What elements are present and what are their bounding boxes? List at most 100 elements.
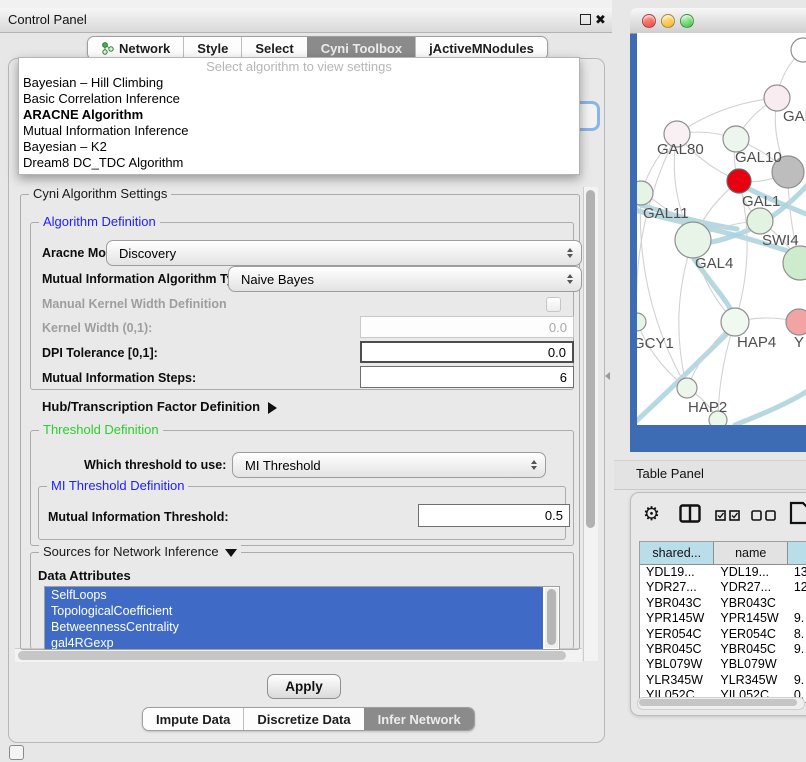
mi-algorithm-type-combo[interactable]: Naive Bayes: [228, 266, 582, 292]
dropdown-item[interactable]: ARACNE Algorithm: [19, 107, 579, 123]
tab-infer-network[interactable]: Infer Network: [364, 708, 474, 730]
table-row[interactable]: YBR045CYBR045C9.: [640, 642, 806, 657]
aracne-mode-combo[interactable]: Discovery: [106, 240, 582, 266]
network-window-titlebar[interactable]: [630, 8, 806, 34]
network-node[interactable]: [677, 378, 697, 398]
mi-threshold-definition-title: MI Threshold Definition: [47, 478, 188, 493]
network-node[interactable]: [727, 169, 751, 193]
document-icon[interactable]: [789, 501, 806, 525]
table-cell: [788, 596, 806, 611]
node-label: GAL11: [643, 205, 689, 222]
scrollbar-thumb[interactable]: [547, 589, 556, 645]
scrollbar-thumb[interactable]: [18, 651, 566, 660]
table-panel-title: Table Panel: [636, 466, 704, 481]
app-root: Control Panel ✖ NetworkStyleSelectCyni T…: [0, 0, 806, 762]
table-cell: YBR043C: [640, 596, 714, 611]
column-header[interactable]: name: [714, 542, 788, 564]
checked-columns-icon[interactable]: [715, 510, 741, 521]
column-header[interactable]: [788, 542, 806, 564]
which-threshold-combo[interactable]: MI Threshold: [232, 452, 546, 478]
network-node[interactable]: [791, 38, 806, 62]
sources-group-title[interactable]: Sources for Network Inference: [39, 544, 241, 559]
expand-right-icon: [268, 402, 277, 414]
hub-definition-toggle[interactable]: Hub/Transcription Factor Definition: [42, 399, 277, 414]
split-columns-icon[interactable]: [679, 504, 701, 523]
table-row[interactable]: YBR043CYBR043C: [640, 596, 806, 611]
dropdown-item[interactable]: Mutual Information Inference: [19, 123, 579, 139]
tab-select[interactable]: Select: [241, 37, 306, 59]
close-traffic-light-icon[interactable]: [642, 14, 656, 28]
tab-network[interactable]: Network: [88, 37, 183, 59]
unchecked-columns-icon[interactable]: [751, 510, 777, 521]
tab-style[interactable]: Style: [183, 37, 241, 59]
dock-window-icon[interactable]: [9, 745, 24, 760]
dropdown-item[interactable]: Bayesian – Hill Climbing: [19, 75, 579, 91]
table-cell: 8.: [788, 627, 806, 642]
tab-cyni-toolbox[interactable]: Cyni Toolbox: [307, 37, 415, 59]
kernel-width-input[interactable]: 0.0: [360, 316, 574, 338]
node-label: HAP2: [688, 399, 727, 416]
tab-jactivemnodules[interactable]: jActiveMNodules: [415, 37, 547, 59]
scrollbar-thumb[interactable]: [639, 699, 797, 706]
table-cell: YDR27...: [640, 580, 714, 595]
algorithm-definition-title: Algorithm Definition: [39, 214, 160, 229]
node-label: SWI4: [762, 232, 799, 249]
attribute-item[interactable]: TopologicalCoefficient: [45, 603, 543, 619]
dropdown-item[interactable]: Bayesian – K2: [19, 139, 579, 155]
tab-impute-data[interactable]: Impute Data: [143, 708, 243, 730]
aracne-mode-value: Discovery: [119, 246, 176, 261]
float-window-icon[interactable]: [580, 14, 591, 25]
settings-horizontal-scrollbar[interactable]: [15, 648, 582, 662]
mi-steps-input[interactable]: 6: [360, 366, 574, 388]
algorithm-dropdown-popup: Select algorithm to view settings Bayesi…: [18, 57, 580, 175]
table-horizontal-scrollbar[interactable]: [637, 697, 805, 710]
zoom-traffic-light-icon[interactable]: [680, 14, 694, 28]
dropdown-item[interactable]: Basic Correlation Inference: [19, 91, 579, 107]
node-table[interactable]: shared...name YDL19...YDL19...13YDR27...…: [639, 541, 806, 703]
attribute-item[interactable]: gal4RGexp: [45, 635, 543, 650]
manual-kernel-width-checkbox[interactable]: [546, 297, 561, 312]
table-row[interactable]: YBL079WYBL079W: [640, 657, 806, 672]
attribute-item[interactable]: BetweennessCentrality: [45, 619, 543, 635]
table-row[interactable]: YLR345WYLR345W9.: [640, 673, 806, 688]
network-node[interactable]: [675, 222, 711, 258]
network-icon: [101, 42, 114, 55]
edge: [677, 98, 777, 134]
table-row[interactable]: YER054CYER054C8.: [640, 627, 806, 642]
network-node[interactable]: [747, 208, 773, 234]
column-header[interactable]: shared...: [640, 542, 714, 564]
mi-algorithm-type-label: Mutual Information Algorithm Type:: [42, 272, 252, 286]
network-node[interactable]: [721, 308, 749, 336]
dpi-tolerance-input[interactable]: 0.0: [360, 341, 574, 363]
apply-button[interactable]: Apply: [267, 674, 341, 699]
table-row[interactable]: YDR27...YDR27...12: [640, 580, 806, 595]
table-row[interactable]: YPR145WYPR145W9.: [640, 611, 806, 626]
table-cell: YBL079W: [714, 657, 787, 672]
settings-vertical-scrollbar[interactable]: [583, 187, 598, 661]
minimize-traffic-light-icon[interactable]: [661, 14, 675, 28]
attribute-item[interactable]: SelfLoops: [45, 587, 543, 603]
close-icon[interactable]: ✖: [595, 11, 606, 29]
dropdown-item[interactable]: Dream8 DC_TDC Algorithm: [19, 155, 579, 171]
tab-label: Infer Network: [378, 712, 461, 727]
mi-threshold-input[interactable]: 0.5: [418, 504, 570, 527]
control-panel-title: Control Panel: [8, 8, 87, 32]
table-row[interactable]: YDL19...YDL19...13: [640, 565, 806, 580]
panel-divider-handle[interactable]: [605, 372, 610, 380]
node-label: GAL80: [657, 141, 704, 158]
tab-discretize-data[interactable]: Discretize Data: [243, 708, 363, 730]
list-vertical-scrollbar[interactable]: [545, 588, 558, 648]
data-attributes-label: Data Attributes: [38, 568, 131, 583]
tab-label: Impute Data: [156, 712, 230, 727]
table-cell: YER054C: [714, 627, 787, 642]
data-attributes-list[interactable]: SelfLoopsTopologicalCoefficientBetweenne…: [44, 586, 560, 650]
mi-algorithm-type-value: Naive Bayes: [241, 272, 314, 287]
scrollbar-thumb[interactable]: [586, 190, 595, 528]
which-threshold-value: MI Threshold: [245, 458, 321, 473]
gear-icon[interactable]: ⚙: [643, 503, 660, 526]
network-canvas[interactable]: GALGAL80GAL10GAL1GAL11SWI4GAL4GCY1HAP4YH…: [637, 33, 806, 425]
table-cell: YDL19...: [714, 565, 787, 580]
manual-kernel-width-label: Manual Kernel Width Definition: [42, 297, 227, 311]
network-node[interactable]: [786, 309, 806, 335]
network-node[interactable]: [637, 313, 646, 331]
